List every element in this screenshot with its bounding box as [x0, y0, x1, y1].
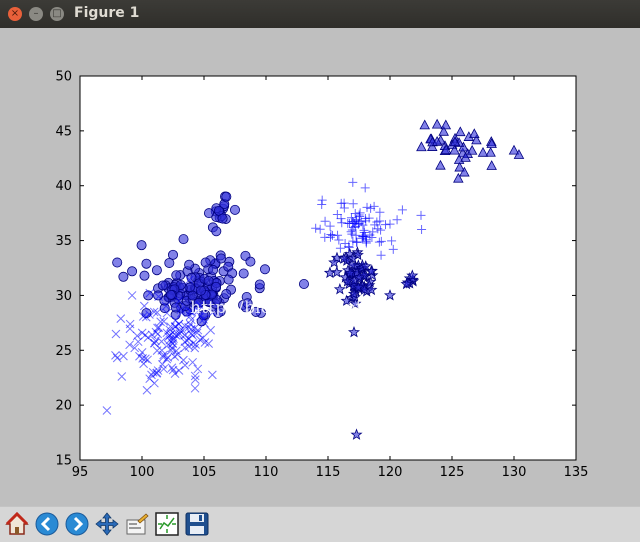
- x-tick-label: 100: [130, 465, 155, 480]
- circle-point: [254, 279, 265, 290]
- y-tick-label: 40: [55, 179, 72, 194]
- window-title: Figure 1: [74, 5, 140, 21]
- y-tick-label: 30: [55, 289, 72, 304]
- window-titlebar: × – □ Figure 1: [0, 0, 640, 28]
- circle-point: [184, 259, 195, 270]
- circle-point: [216, 253, 227, 264]
- watermark-text: http://blog.csdn.net/u013063099: [190, 298, 480, 318]
- circle-point: [229, 204, 240, 215]
- y-tick-label: 25: [55, 344, 72, 359]
- figure-canvas[interactable]: 95 100 105 110 115 120 125 130 135 15 20 25 30 35 40 45…: [0, 28, 640, 506]
- y-tick-label: 20: [55, 399, 72, 414]
- circle-point: [157, 280, 168, 291]
- circle-point: [223, 274, 234, 285]
- navigation-toolbar: [0, 506, 640, 542]
- circle-point: [139, 270, 150, 281]
- circle-point: [112, 257, 123, 268]
- x-tick-label: 130: [502, 465, 527, 480]
- subplots-config-icon[interactable]: [154, 511, 180, 537]
- home-icon[interactable]: [4, 511, 30, 537]
- circle-point: [221, 191, 232, 202]
- circle-point: [203, 275, 214, 286]
- x-tick-label: 120: [378, 465, 403, 480]
- circle-point: [167, 249, 178, 260]
- y-tick-label: 50: [55, 70, 72, 85]
- y-tick-label: 15: [55, 454, 72, 469]
- x-tick-label: 115: [316, 465, 341, 480]
- back-arrow-icon[interactable]: [34, 511, 60, 537]
- x-tick-label: 105: [192, 465, 217, 480]
- circle-point: [298, 279, 309, 290]
- circle-point: [238, 268, 249, 279]
- pan-move-icon[interactable]: [94, 511, 120, 537]
- circle-point: [153, 290, 164, 301]
- circle-point: [217, 213, 228, 224]
- scatter-plot: 95 100 105 110 115 120 125 130 135 15 20 25 30 35 40 45…: [55, 70, 589, 481]
- x-tick-label: 135: [564, 465, 589, 480]
- x-tick-label: 95: [72, 465, 89, 480]
- save-disk-icon[interactable]: [184, 511, 210, 537]
- circle-point: [127, 266, 138, 277]
- x-tick-label: 125: [440, 465, 465, 480]
- circle-point: [136, 240, 147, 251]
- circle-point: [259, 264, 270, 275]
- y-tick-label: 35: [55, 234, 72, 249]
- circle-point: [203, 208, 214, 219]
- minimize-window-icon[interactable]: –: [29, 7, 43, 21]
- circle-point: [195, 285, 206, 296]
- circle-point: [151, 265, 162, 276]
- circle-point: [178, 234, 189, 245]
- close-window-icon[interactable]: ×: [8, 7, 22, 21]
- maximize-window-icon[interactable]: □: [50, 7, 64, 21]
- circle-point: [245, 256, 256, 267]
- x-tick-label: 110: [254, 465, 279, 480]
- circle-point: [208, 264, 219, 275]
- circle-point: [118, 271, 129, 282]
- forward-arrow-icon[interactable]: [64, 511, 90, 537]
- circle-point: [211, 226, 222, 237]
- circle-point: [165, 289, 176, 300]
- circle-point: [200, 257, 211, 268]
- circle-point: [171, 270, 182, 281]
- zoom-rect-icon[interactable]: [124, 511, 150, 537]
- circle-point: [141, 258, 152, 269]
- y-tick-label: 45: [55, 124, 72, 139]
